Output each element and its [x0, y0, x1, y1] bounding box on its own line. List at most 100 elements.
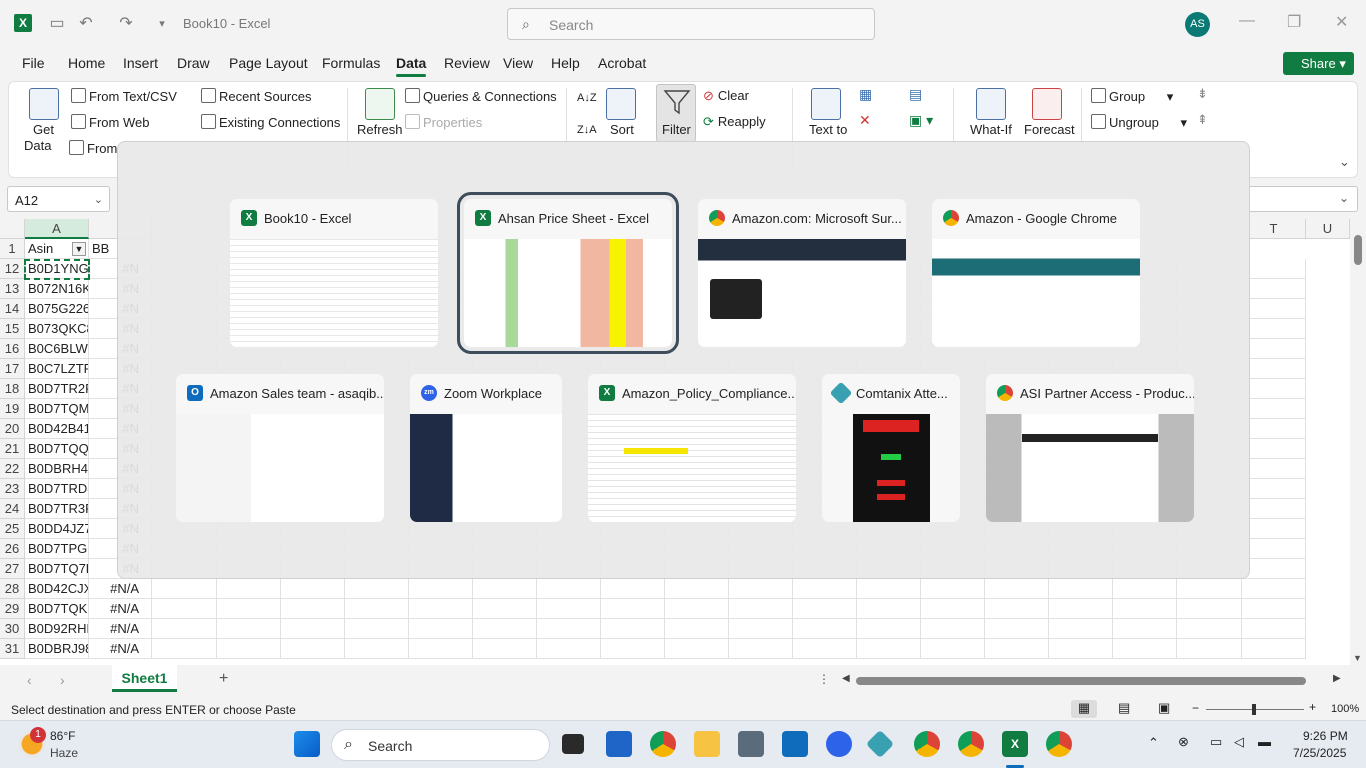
row-header[interactable]: 19	[0, 399, 25, 419]
tab-page-layout[interactable]: Page Layout	[229, 55, 308, 71]
grid-cell[interactable]	[793, 639, 857, 659]
filter-button[interactable]: Filter	[656, 84, 696, 142]
window-card-amazon-policy-compliance[interactable]: X Amazon_Policy_Compliance...	[588, 374, 796, 522]
grid-cell[interactable]	[152, 639, 217, 659]
cell-asin[interactable]: B0D7TR2R	[25, 379, 89, 399]
grid-cell[interactable]	[1177, 619, 1242, 639]
consolidate-icon[interactable]: ▤	[909, 86, 922, 103]
ungroup-button[interactable]: Ungroup ▾	[1091, 114, 1187, 131]
row-header[interactable]: 30	[0, 619, 25, 639]
save-icon[interactable]: ▭	[47, 14, 67, 34]
grid-cell[interactable]	[152, 579, 217, 599]
grid-cell[interactable]	[1242, 259, 1306, 279]
redo-icon[interactable]: ↷	[116, 14, 136, 34]
close-icon[interactable]: ✕	[1335, 12, 1348, 32]
grid-cell[interactable]	[345, 579, 409, 599]
row-header[interactable]: 15	[0, 319, 25, 339]
customize-qat-icon[interactable]: ▾	[152, 14, 172, 34]
cell-bb[interactable]: #N/A	[89, 639, 152, 659]
sort-button[interactable]: Sort	[610, 122, 634, 137]
window-card-comtanix[interactable]: Comtanix Atte...	[822, 374, 960, 522]
grid-cell[interactable]	[409, 599, 473, 619]
tab-data[interactable]: Data	[396, 55, 427, 77]
page-break-view-icon[interactable]: ▣	[1158, 700, 1170, 716]
microsoft-store-icon[interactable]	[606, 731, 632, 757]
grid-cell[interactable]	[1242, 499, 1306, 519]
row-header[interactable]: 27	[0, 559, 25, 579]
chrome-profile-2-icon[interactable]	[958, 731, 984, 757]
undo-icon[interactable]: ↶	[76, 14, 96, 34]
row-header[interactable]: 17	[0, 359, 25, 379]
hide-detail-icon[interactable]: ⇞	[1197, 112, 1208, 128]
cell-asin[interactable]: B0C6BLW3	[25, 339, 89, 359]
grid-cell[interactable]	[1113, 639, 1177, 659]
row-header[interactable]: 29	[0, 599, 25, 619]
cell-asin[interactable]: B073QKC8	[25, 319, 89, 339]
grid-cell[interactable]	[665, 599, 729, 619]
grid-cell[interactable]	[665, 579, 729, 599]
volume-icon[interactable]: ◁	[1234, 734, 1244, 750]
scroll-down-icon[interactable]: ▼	[1353, 653, 1362, 663]
zoom-slider-thumb[interactable]	[1252, 704, 1256, 715]
from-text-csv-button[interactable]: From Text/CSV	[71, 88, 177, 104]
row-header[interactable]: 13	[0, 279, 25, 299]
grid-cell[interactable]	[1242, 299, 1306, 319]
grid-cell[interactable]	[985, 619, 1049, 639]
window-card-book10[interactable]: X Book10 - Excel	[230, 199, 438, 347]
forecast-sheet-button[interactable]: Forecast	[1024, 122, 1075, 137]
cell-asin[interactable]: B0D7TR3F	[25, 499, 89, 519]
header-cell-asin[interactable]: Asin ▼	[25, 239, 89, 259]
display-icon[interactable]: ▭	[1210, 734, 1222, 750]
cell-asin[interactable]: B0DBRJ98	[25, 639, 89, 659]
chrome-profile-icon[interactable]	[914, 731, 940, 757]
tab-view[interactable]: View	[503, 55, 533, 71]
grid-cell[interactable]	[1242, 439, 1306, 459]
grid-cell[interactable]	[217, 619, 281, 639]
grid-cell[interactable]	[1242, 619, 1306, 639]
row-header[interactable]: 26	[0, 539, 25, 559]
cell-asin[interactable]: B075G226	[25, 299, 89, 319]
share-button[interactable]: Share ▾	[1283, 52, 1354, 75]
cell-bb[interactable]: #N/A	[89, 579, 152, 599]
grid-cell[interactable]	[601, 619, 665, 639]
grid-cell[interactable]	[1242, 359, 1306, 379]
chevron-up-icon[interactable]: ⌃	[1148, 735, 1159, 751]
network-icon[interactable]: ⊗	[1178, 734, 1189, 750]
tab-help[interactable]: Help	[551, 55, 580, 71]
grid-cell[interactable]	[473, 619, 537, 639]
grid-cell[interactable]	[1242, 279, 1306, 299]
file-explorer-icon[interactable]	[694, 731, 720, 757]
minimize-icon[interactable]: —	[1239, 12, 1255, 30]
taskbar-search[interactable]: ⌕ Search	[331, 729, 550, 761]
calculator-icon[interactable]	[738, 731, 764, 757]
row-header[interactable]: 28	[0, 579, 25, 599]
grid-cell[interactable]	[217, 639, 281, 659]
get-data-label-2[interactable]: Data	[24, 138, 51, 153]
grid-cell[interactable]	[1242, 339, 1306, 359]
cell-asin[interactable]: B0D7TQ7R	[25, 559, 89, 579]
remove-duplicates-icon[interactable]: ✕	[859, 112, 871, 129]
grid-cell[interactable]	[857, 579, 921, 599]
grid-cell[interactable]	[345, 619, 409, 639]
grid-cell[interactable]	[1049, 619, 1113, 639]
grid-cell[interactable]	[1242, 539, 1306, 559]
grid-cell[interactable]	[537, 579, 601, 599]
collapse-ribbon-icon[interactable]: ⌄	[1339, 154, 1350, 170]
grid-cell[interactable]	[665, 619, 729, 639]
grid-cell[interactable]	[1049, 579, 1113, 599]
cell-asin[interactable]: B0D42B41	[25, 419, 89, 439]
grid-cell[interactable]	[729, 639, 793, 659]
grid-cell[interactable]	[473, 579, 537, 599]
refresh-all-button[interactable]: Refresh	[357, 122, 403, 137]
grid-cell[interactable]	[1242, 599, 1306, 619]
sort-a-z-icon[interactable]: A↓Z	[577, 92, 597, 104]
window-card-zoom[interactable]: zm Zoom Workplace	[410, 374, 562, 522]
grid-cell[interactable]	[1242, 459, 1306, 479]
grid-cell[interactable]	[729, 579, 793, 599]
normal-view-icon[interactable]: ▦	[1071, 700, 1097, 718]
grid-cell[interactable]	[152, 619, 217, 639]
scroll-left-icon[interactable]: ◀	[842, 673, 850, 684]
vertical-scrollbar[interactable]: ▼	[1350, 219, 1366, 665]
grid-cell[interactable]	[793, 599, 857, 619]
task-view-icon[interactable]	[562, 734, 584, 754]
